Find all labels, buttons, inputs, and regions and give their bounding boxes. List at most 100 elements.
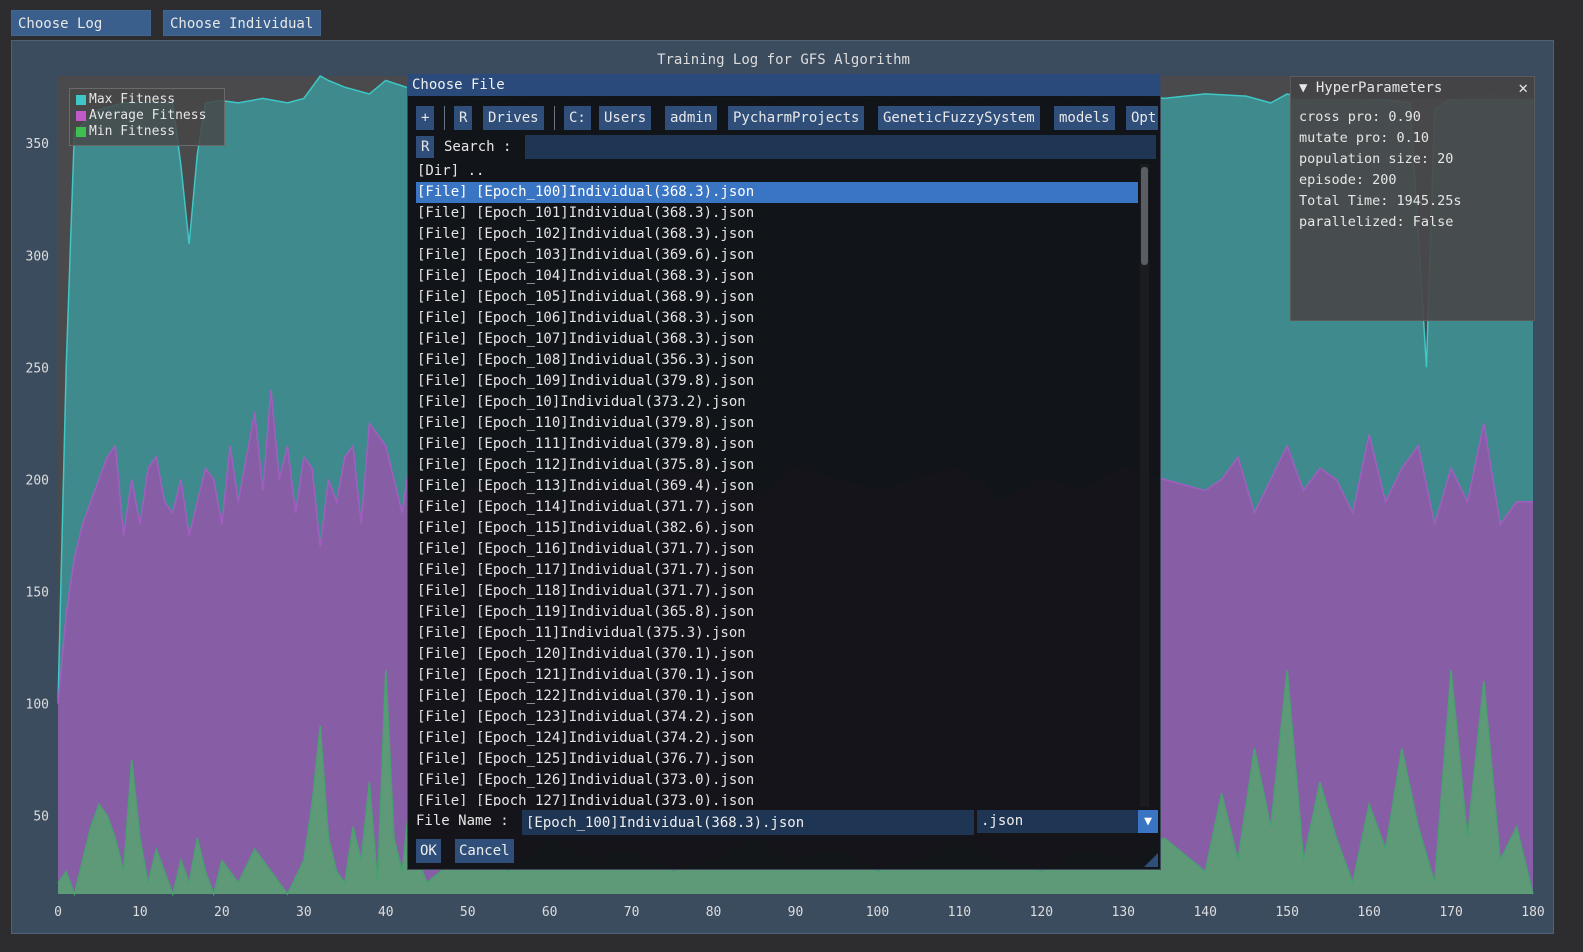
search-label: Search :: [444, 139, 512, 155]
file-item[interactable]: [File] [Epoch_122]Individual(370.1).json: [416, 686, 1138, 707]
path-geneticfuzzysystem-button[interactable]: GeneticFuzzySystem: [878, 106, 1040, 130]
legend-label-min: Min Fitness: [89, 124, 176, 139]
file-item[interactable]: [File] [Epoch_108]Individual(356.3).json: [416, 350, 1138, 371]
path-separator: [554, 106, 555, 130]
param-population-size: population size: 20: [1299, 151, 1454, 167]
file-item[interactable]: [File] [Epoch_106]Individual(368.3).json: [416, 308, 1138, 329]
chart-legend[interactable]: Max Fitness Average Fitness Min Fitness: [69, 88, 225, 146]
file-item[interactable]: [File] [Epoch_112]Individual(375.8).json: [416, 455, 1138, 476]
dialog-title: Choose File: [412, 77, 505, 93]
legend-item-average[interactable]: Average Fitness: [76, 108, 224, 124]
y-tick-label: 300: [26, 249, 49, 264]
y-tick-label: 250: [26, 361, 49, 376]
file-item[interactable]: [File] [Epoch_124]Individual(374.2).json: [416, 728, 1138, 749]
legend-swatch-min: [76, 127, 86, 137]
dialog-title-bar[interactable]: Choose File: [408, 74, 1160, 96]
file-item[interactable]: [File] [Epoch_101]Individual(368.3).json: [416, 203, 1138, 224]
close-icon[interactable]: ✕: [1518, 77, 1528, 99]
file-item[interactable]: [File] [Epoch_107]Individual(368.3).json: [416, 329, 1138, 350]
x-tick-label: 120: [1030, 905, 1053, 920]
x-tick-label: 160: [1357, 905, 1380, 920]
x-tick-label: 180: [1521, 905, 1544, 920]
legend-item-max[interactable]: Max Fitness: [76, 92, 224, 108]
reset-path-button[interactable]: R: [454, 106, 473, 130]
path-models-button[interactable]: models: [1054, 106, 1115, 130]
legend-label-average: Average Fitness: [89, 108, 207, 123]
file-item[interactable]: [File] [Epoch_118]Individual(371.7).json: [416, 581, 1138, 602]
y-tick-label: 150: [26, 585, 49, 600]
hyperparameters-title-bar[interactable]: ▼ HyperParameters ✕: [1291, 77, 1534, 99]
file-item[interactable]: [File] [Epoch_123]Individual(374.2).json: [416, 707, 1138, 728]
hyperparameters-body: cross pro: 0.90 mutate pro: 0.10 populat…: [1291, 99, 1534, 233]
x-tick-label: 150: [1275, 905, 1298, 920]
x-tick-label: 20: [214, 905, 230, 920]
triangle-down-icon[interactable]: ▼: [1299, 80, 1307, 96]
file-item[interactable]: [File] [Epoch_111]Individual(379.8).json: [416, 434, 1138, 455]
choose-file-dialog[interactable]: Choose File + R Drives C: Users admin Py…: [407, 73, 1161, 870]
file-item[interactable]: [File] [Epoch_121]Individual(370.1).json: [416, 665, 1138, 686]
cancel-button[interactable]: Cancel: [455, 839, 514, 863]
param-total-time: Total Time: 1945.25s: [1299, 193, 1462, 209]
x-tick-label: 170: [1439, 905, 1462, 920]
file-item[interactable]: [File] [Epoch_125]Individual(376.7).json: [416, 749, 1138, 770]
hyperparameters-window[interactable]: ▼ HyperParameters ✕ cross pro: 0.90 muta…: [1290, 76, 1535, 321]
legend-item-min[interactable]: Min Fitness: [76, 124, 224, 140]
y-tick-label: 100: [26, 698, 49, 713]
x-tick-label: 140: [1193, 905, 1216, 920]
file-item[interactable]: [File] [Epoch_117]Individual(371.7).json: [416, 560, 1138, 581]
file-filter-value: .json: [981, 813, 1024, 829]
x-tick-label: 0: [54, 905, 62, 920]
ok-button[interactable]: OK: [416, 839, 441, 863]
path-admin-button[interactable]: admin: [665, 106, 718, 130]
parent-dir-item[interactable]: [Dir] ..: [416, 161, 1138, 182]
x-tick-label: 100: [866, 905, 889, 920]
x-tick-label: 40: [378, 905, 394, 920]
file-item[interactable]: [File] [Epoch_127]Individual(373.0).json: [416, 791, 1138, 806]
file-item[interactable]: [File] [Epoch_113]Individual(369.4).json: [416, 476, 1138, 497]
file-filter-select[interactable]: .json ▼: [977, 810, 1158, 833]
file-item[interactable]: [File] [Epoch_116]Individual(371.7).json: [416, 539, 1138, 560]
file-item[interactable]: [File] [Epoch_115]Individual(382.6).json: [416, 518, 1138, 539]
path-pycharmprojects-button[interactable]: PycharmProjects: [728, 106, 865, 130]
param-episode: episode: 200: [1299, 172, 1397, 188]
legend-label-max: Max Fitness: [89, 92, 176, 107]
legend-swatch-average: [76, 111, 86, 121]
add-path-button[interactable]: +: [416, 106, 435, 130]
triangle-down-icon[interactable]: ▼: [1138, 810, 1158, 833]
x-tick-label: 110: [948, 905, 971, 920]
search-reset-button[interactable]: R: [416, 136, 435, 158]
path-users-button[interactable]: Users: [599, 106, 652, 130]
file-item[interactable]: [File] [Epoch_109]Individual(379.8).json: [416, 371, 1138, 392]
file-item[interactable]: [File] [Epoch_102]Individual(368.3).json: [416, 224, 1138, 245]
resize-grip[interactable]: [1144, 853, 1158, 867]
file-item[interactable]: [File] [Epoch_120]Individual(370.1).json: [416, 644, 1138, 665]
file-item[interactable]: [File] [Epoch_104]Individual(368.3).json: [416, 266, 1138, 287]
path-opt-button[interactable]: Opt: [1126, 106, 1158, 130]
file-item[interactable]: [File] [Epoch_105]Individual(368.9).json: [416, 287, 1138, 308]
path-drives-button[interactable]: Drives: [483, 106, 544, 130]
file-item[interactable]: [File] [Epoch_10]Individual(373.2).json: [416, 392, 1138, 413]
file-name-label: File Name :: [416, 813, 509, 829]
file-list-scrollbar[interactable]: [1140, 164, 1149, 807]
file-name-input[interactable]: [522, 810, 974, 835]
path-c-button[interactable]: C:: [564, 106, 591, 130]
x-tick-label: 80: [706, 905, 722, 920]
file-item[interactable]: [File] [Epoch_126]Individual(373.0).json: [416, 770, 1138, 791]
search-input[interactable]: [525, 135, 1156, 159]
x-tick-label: 30: [296, 905, 312, 920]
file-item[interactable]: [File] [Epoch_100]Individual(368.3).json: [416, 182, 1138, 203]
file-item[interactable]: [File] [Epoch_119]Individual(365.8).json: [416, 602, 1138, 623]
y-tick-label: 350: [26, 137, 49, 152]
param-cross-pro: cross pro: 0.90: [1299, 109, 1421, 125]
file-list[interactable]: [Dir] .. [File] [Epoch_100]Individual(368…: [416, 161, 1138, 806]
x-tick-label: 10: [132, 905, 148, 920]
scrollbar-thumb[interactable]: [1141, 167, 1148, 265]
x-tick-label: 60: [542, 905, 558, 920]
x-tick-label: 50: [460, 905, 476, 920]
y-tick-label: 50: [33, 810, 49, 825]
file-item[interactable]: [File] [Epoch_114]Individual(371.7).json: [416, 497, 1138, 518]
file-item[interactable]: [File] [Epoch_11]Individual(375.3).json: [416, 623, 1138, 644]
file-item[interactable]: [File] [Epoch_110]Individual(379.8).json: [416, 413, 1138, 434]
file-item[interactable]: [File] [Epoch_103]Individual(369.6).json: [416, 245, 1138, 266]
x-tick-label: 90: [788, 905, 804, 920]
